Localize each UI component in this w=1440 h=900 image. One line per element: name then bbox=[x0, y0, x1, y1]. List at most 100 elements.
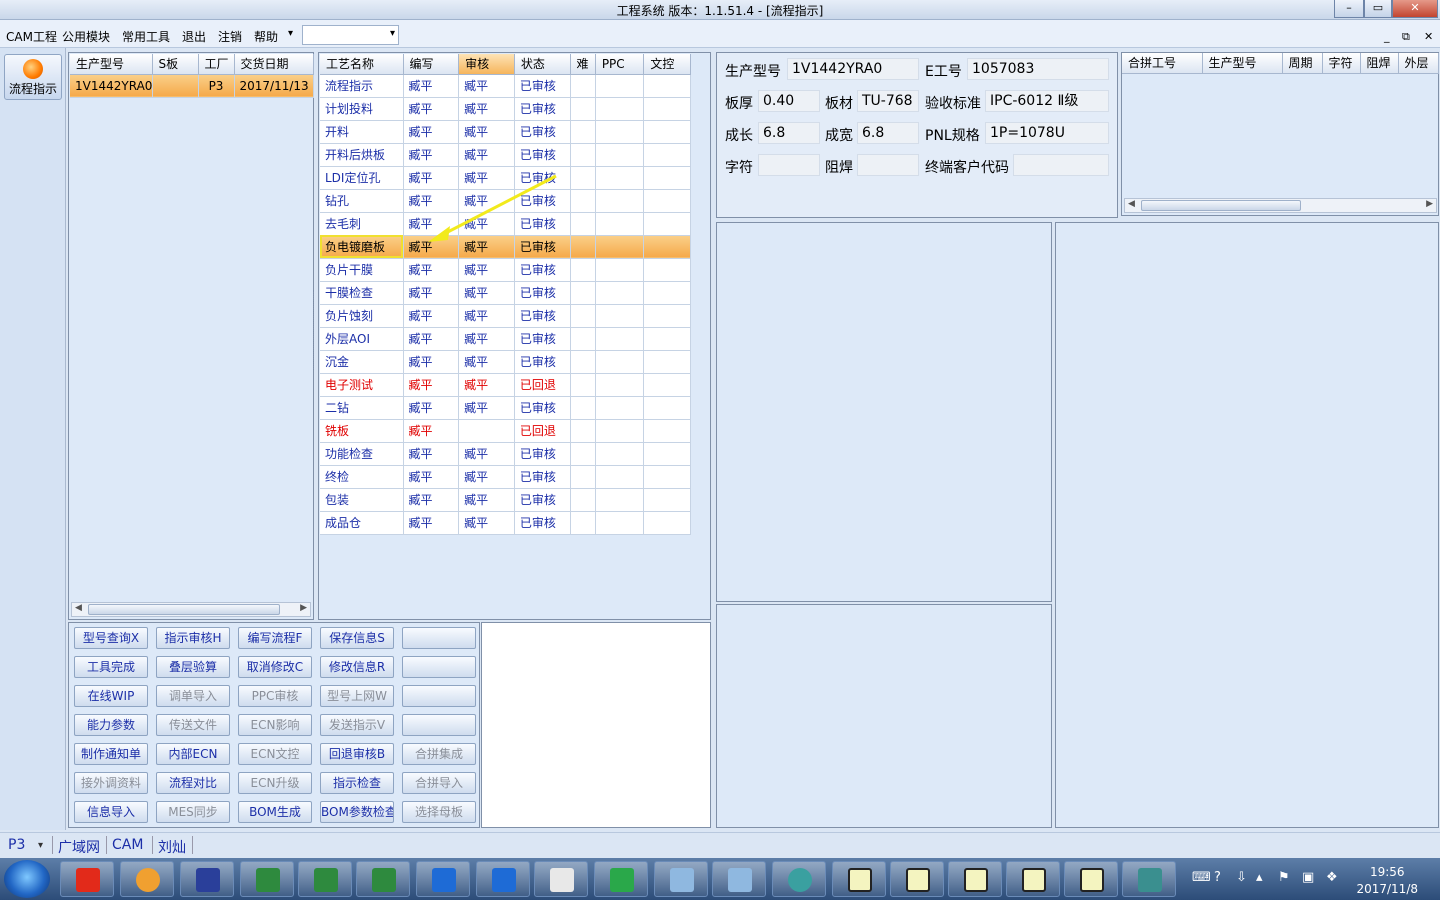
reviewer-cell[interactable]: 臧平 bbox=[458, 327, 515, 351]
antivirus-icon[interactable]: ⚑ bbox=[1278, 870, 1290, 885]
process-name-cell[interactable]: 开料后烘板 bbox=[320, 143, 404, 167]
scroll-thumb[interactable] bbox=[1141, 200, 1301, 211]
status-cell[interactable]: 已审核 bbox=[514, 465, 571, 489]
difficulty-cell[interactable] bbox=[570, 212, 596, 236]
ppc-cell[interactable] bbox=[595, 442, 645, 466]
writer-cell[interactable]: 臧平 bbox=[403, 350, 460, 374]
taskbar-app-window-1[interactable] bbox=[654, 861, 708, 897]
menu-overflow-icon[interactable]: ▾ bbox=[288, 28, 293, 39]
action-button-r6-c0[interactable]: 信息导入 bbox=[74, 801, 148, 823]
reviewer-cell[interactable]: 臧平 bbox=[458, 120, 515, 144]
difficulty-cell[interactable] bbox=[570, 166, 596, 190]
status-cell[interactable]: 已审核 bbox=[514, 281, 571, 305]
col-merge-model[interactable]: 生产型号 bbox=[1202, 53, 1283, 74]
help-icon[interactable]: ? bbox=[1214, 870, 1221, 885]
writer-cell[interactable]: 臧平 bbox=[403, 143, 460, 167]
ime-icon[interactable]: ❖ bbox=[1326, 870, 1338, 885]
taskbar-app-eye[interactable] bbox=[772, 861, 826, 897]
chevron-down-icon[interactable]: ▾ bbox=[38, 840, 43, 851]
usb-icon[interactable]: ⇩ bbox=[1236, 870, 1247, 885]
action-button-r3-c2[interactable]: ECN影响 bbox=[238, 714, 312, 736]
col-reviewer[interactable]: 审核 bbox=[458, 54, 515, 75]
ppc-cell[interactable] bbox=[595, 74, 645, 98]
action-button-r5-c0[interactable]: 接外调资料 bbox=[74, 772, 148, 794]
ppc-cell[interactable] bbox=[595, 488, 645, 512]
customer-code-field[interactable] bbox=[1013, 154, 1109, 176]
col-legend[interactable]: 字符 bbox=[1322, 53, 1361, 74]
doc-control-cell[interactable] bbox=[643, 189, 691, 213]
writer-cell[interactable]: 臧平 bbox=[403, 304, 460, 328]
difficulty-cell[interactable] bbox=[570, 511, 596, 535]
status-cell[interactable]: 已审核 bbox=[514, 327, 571, 351]
ppc-cell[interactable] bbox=[595, 281, 645, 305]
ppc-cell[interactable] bbox=[595, 120, 645, 144]
orders-scrollbar[interactable]: ◀ ▶ bbox=[71, 602, 311, 617]
difficulty-cell[interactable] bbox=[570, 396, 596, 420]
process-name-cell[interactable]: 负电镀磨板 bbox=[320, 235, 404, 259]
merge-scrollbar[interactable]: ◀ ▶ bbox=[1124, 198, 1437, 213]
ppc-cell[interactable] bbox=[595, 396, 645, 420]
table-row[interactable]: 铣板 臧平 已回退 bbox=[320, 419, 691, 443]
col-merge-no[interactable]: 合拼工号 bbox=[1122, 53, 1203, 74]
col-writer[interactable]: 编写 bbox=[403, 54, 460, 75]
process-name-cell[interactable]: 成品仓 bbox=[320, 511, 404, 535]
process-name-cell[interactable]: 开料 bbox=[320, 120, 404, 144]
difficulty-cell[interactable] bbox=[570, 143, 596, 167]
mdi-restore-button[interactable]: ⧉ bbox=[1402, 30, 1410, 44]
doc-control-cell[interactable] bbox=[643, 235, 691, 259]
taskbar-app-shell[interactable] bbox=[120, 861, 174, 897]
table-row[interactable]: 干膜检查 臧平 臧平 已审核 bbox=[320, 281, 691, 305]
writer-cell[interactable]: 臧平 bbox=[403, 488, 460, 512]
clock[interactable]: 19:56 2017/11/8 bbox=[1356, 864, 1418, 898]
menu-exit[interactable]: 退出 bbox=[182, 28, 206, 45]
process-name-cell[interactable]: 沉金 bbox=[320, 350, 404, 374]
length-field[interactable]: 6.8 bbox=[758, 122, 820, 144]
difficulty-cell[interactable] bbox=[570, 281, 596, 305]
reviewer-cell[interactable]: 臧平 bbox=[458, 350, 515, 374]
action-button-r2-c4[interactable] bbox=[402, 685, 476, 707]
action-button-r6-c2[interactable]: BOM生成 bbox=[238, 801, 312, 823]
reviewer-cell[interactable]: 臧平 bbox=[458, 511, 515, 535]
action-button-r3-c1[interactable]: 传送文件 bbox=[156, 714, 230, 736]
scroll-left-icon[interactable]: ◀ bbox=[1128, 199, 1135, 209]
process-name-cell[interactable]: 功能检查 bbox=[320, 442, 404, 466]
doc-control-cell[interactable] bbox=[643, 258, 691, 282]
writer-cell[interactable]: 臧平 bbox=[403, 396, 460, 420]
writer-cell[interactable]: 臧平 bbox=[403, 373, 460, 397]
taskbar-app-x-2[interactable] bbox=[890, 861, 944, 897]
doc-control-cell[interactable] bbox=[643, 281, 691, 305]
scroll-right-icon[interactable]: ▶ bbox=[1426, 199, 1433, 209]
table-row[interactable]: 包装 臧平 臧平 已审核 bbox=[320, 488, 691, 512]
show-hidden-icon[interactable]: ▴ bbox=[1256, 870, 1263, 885]
order-s-board[interactable] bbox=[152, 74, 199, 98]
action-button-r6-c3[interactable]: BOM参数检查 bbox=[320, 801, 394, 823]
writer-cell[interactable]: 臧平 bbox=[403, 511, 460, 535]
network-icon[interactable]: ▣ bbox=[1302, 870, 1314, 885]
doc-control-cell[interactable] bbox=[643, 74, 691, 98]
status-cell[interactable]: 已回退 bbox=[514, 373, 571, 397]
table-row[interactable]: 负片蚀刻 臧平 臧平 已审核 bbox=[320, 304, 691, 328]
action-button-r2-c0[interactable]: 在线WIP bbox=[74, 685, 148, 707]
table-row[interactable]: 终检 臧平 臧平 已审核 bbox=[320, 465, 691, 489]
action-button-r3-c3[interactable]: 发送指示V bbox=[320, 714, 394, 736]
doc-control-cell[interactable] bbox=[643, 488, 691, 512]
reviewer-cell[interactable]: 臧平 bbox=[458, 373, 515, 397]
standard-field[interactable]: IPC-6012 Ⅱ级 bbox=[985, 90, 1109, 112]
difficulty-cell[interactable] bbox=[570, 235, 596, 259]
col-s-board[interactable]: S板 bbox=[152, 54, 199, 75]
difficulty-cell[interactable] bbox=[570, 465, 596, 489]
difficulty-cell[interactable] bbox=[570, 74, 596, 98]
ppc-cell[interactable] bbox=[595, 212, 645, 236]
status-cell[interactable]: 已审核 bbox=[514, 143, 571, 167]
maximize-button[interactable]: ▭ bbox=[1364, 0, 1392, 18]
pnl-field[interactable]: 1P=1078U bbox=[985, 122, 1109, 144]
process-name-cell[interactable]: 钻孔 bbox=[320, 189, 404, 213]
table-row[interactable]: 电子测试 臧平 臧平 已回退 bbox=[320, 373, 691, 397]
process-name-cell[interactable]: 去毛刺 bbox=[320, 212, 404, 236]
e-number-field[interactable]: 1057083 bbox=[967, 58, 1109, 80]
taskbar-app-excel-1[interactable] bbox=[240, 861, 294, 897]
action-button-r1-c3[interactable]: 修改信息R bbox=[320, 656, 394, 678]
material-field[interactable]: TU-768 bbox=[857, 90, 919, 112]
action-button-r0-c3[interactable]: 保存信息S bbox=[320, 627, 394, 649]
menu-common-modules[interactable]: 公用模块 bbox=[62, 28, 110, 45]
